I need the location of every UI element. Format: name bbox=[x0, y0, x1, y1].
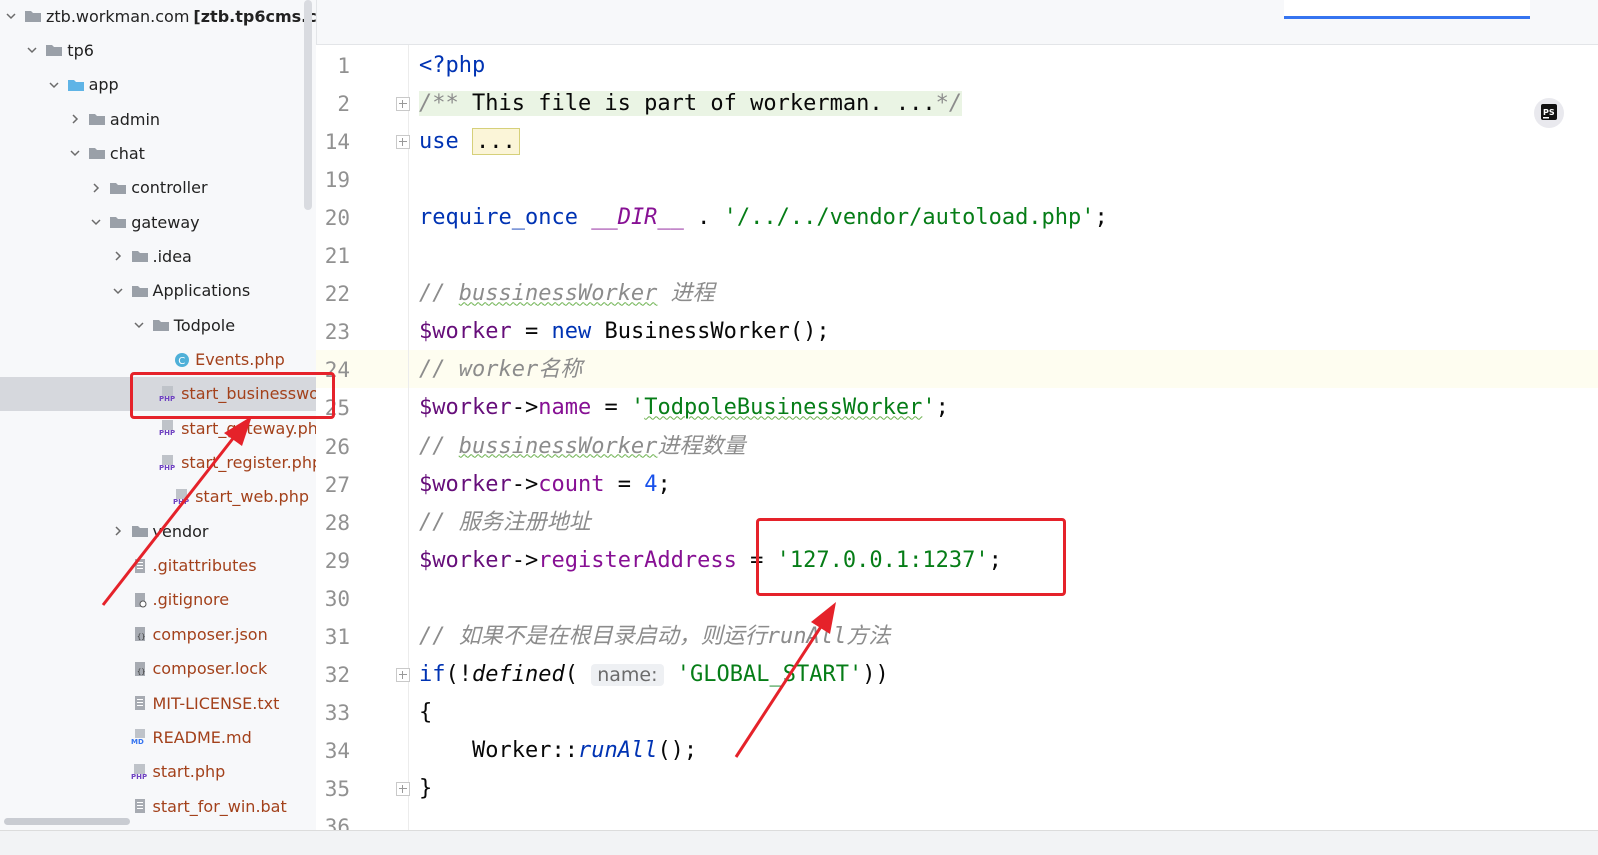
arrow-to-businessworker bbox=[101, 416, 252, 606]
arrow-to-register-address bbox=[734, 602, 836, 758]
annotation-arrows bbox=[101, 416, 836, 758]
